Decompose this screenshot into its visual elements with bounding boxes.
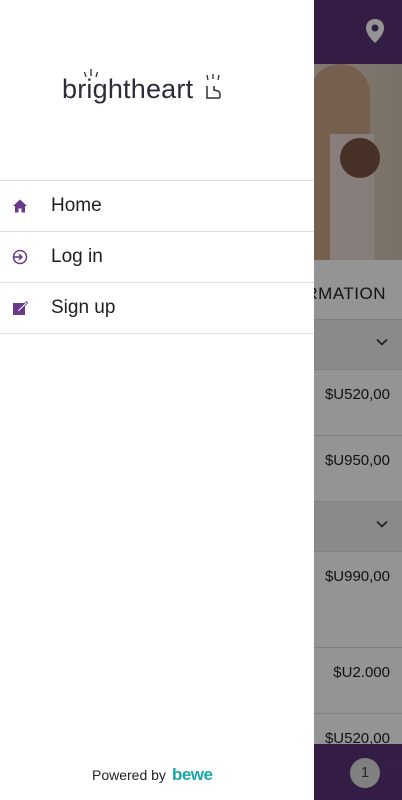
heart-cup-icon <box>206 74 221 99</box>
menu-item-label: Sign up <box>51 297 116 318</box>
menu-item-home[interactable]: Home <box>0 181 314 232</box>
edit-icon <box>13 300 28 315</box>
bewe-logo[interactable]: bewe <box>172 765 213 784</box>
menu-item-label: Home <box>51 195 102 216</box>
logo-wordmark: brightheart <box>62 74 194 104</box>
powered-by-label: Powered by <box>92 767 166 783</box>
login-icon <box>12 249 28 265</box>
brightheart-logo: brightheart <box>62 68 222 108</box>
menu-item-login[interactable]: Log in <box>0 232 314 283</box>
navigation-drawer: brightheart Home Log in Sign up Powered … <box>0 0 314 800</box>
powered-by-footer: Powered by bewe <box>92 765 213 785</box>
menu-item-signup[interactable]: Sign up <box>0 283 314 334</box>
drawer-menu: Home Log in Sign up <box>0 180 314 334</box>
home-icon <box>13 199 27 213</box>
menu-item-label: Log in <box>51 246 103 267</box>
